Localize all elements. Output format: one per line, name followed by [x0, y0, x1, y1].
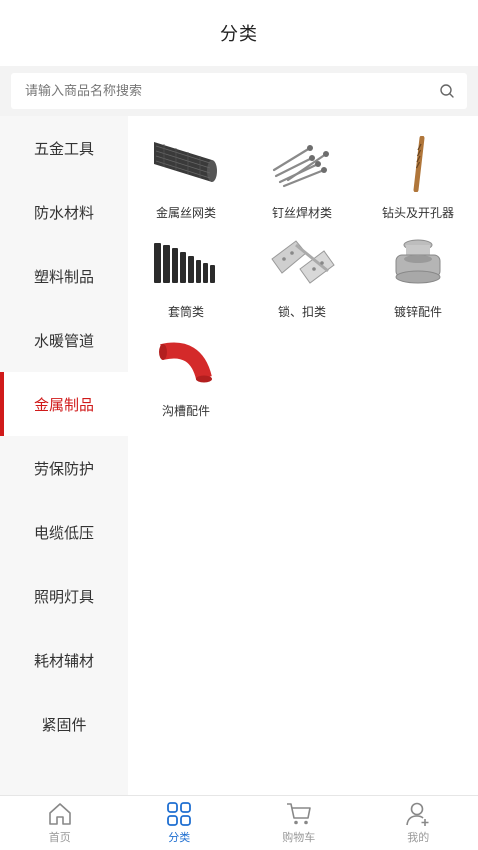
user-icon: [406, 802, 429, 826]
sidebar-item-lighting[interactable]: 照明灯具: [0, 564, 128, 628]
subcategory-label: 金属丝网类: [155, 206, 216, 220]
sidebar-item-consumables[interactable]: 耗材辅材: [0, 628, 128, 692]
subcategory-item[interactable]: 沟槽配件: [128, 332, 244, 431]
hinge-icon: [266, 233, 338, 293]
subcategory-grid: 金属丝网类 钉丝焊材类 钻头及开孔器 套筒类 锁、扣类 镀锌配件 沟槽配件: [128, 116, 478, 431]
sidebar-item-label: 照明灯具: [33, 587, 94, 606]
sidebar-item-safety[interactable]: 劳保防护: [0, 436, 128, 500]
tab-label: 购物车: [282, 831, 316, 844]
home-icon: [48, 803, 71, 825]
sidebar-item-label: 金属制品: [33, 395, 94, 414]
sidebar-item-label: 耗材辅材: [33, 651, 94, 670]
subcategory-label: 套筒类: [167, 305, 204, 319]
sidebar-item-label: 防水材料: [33, 203, 94, 222]
category-sidebar: 五金工具 防水材料 塑料制品 水暖管道 金属制品 劳保防护 电缆低压 照明灯具 …: [0, 116, 128, 795]
subcategory-label: 钉丝焊材类: [271, 206, 332, 220]
subcategory-item[interactable]: 金属丝网类: [128, 134, 244, 233]
tab-category[interactable]: 分类: [120, 796, 240, 850]
groove-elbow-icon: [150, 332, 222, 392]
top-header: 分类: [0, 0, 478, 66]
search-box[interactable]: [11, 73, 467, 109]
bottom-tab-bar: 首页 分类 购物车 我的: [0, 795, 478, 850]
cart-icon: [286, 803, 311, 825]
sidebar-item-waterproof[interactable]: 防水材料: [0, 180, 128, 244]
tab-label: 分类: [168, 831, 191, 844]
subcategory-label: 锁、扣类: [277, 305, 326, 319]
sidebar-item-label: 五金工具: [33, 139, 94, 158]
sidebar-item-plastics[interactable]: 塑料制品: [0, 244, 128, 308]
subcategory-item[interactable]: 钻头及开孔器: [360, 134, 476, 233]
search-input[interactable]: [25, 83, 439, 99]
subcategory-item[interactable]: 镀锌配件: [360, 233, 476, 332]
page-title: 分类: [220, 24, 258, 45]
sidebar-item-label: 塑料制品: [33, 267, 94, 286]
tab-home[interactable]: 首页: [0, 796, 120, 850]
sidebar-item-plumbing[interactable]: 水暖管道: [0, 308, 128, 372]
subcategory-label: 钻头及开孔器: [381, 206, 454, 220]
sidebar-item-label: 紧固件: [41, 715, 87, 734]
tab-profile[interactable]: 我的: [359, 796, 478, 850]
search-bar: [0, 66, 478, 116]
nails-icon: [266, 134, 338, 194]
sidebar-item-label: 劳保防护: [33, 459, 94, 478]
tab-cart[interactable]: 购物车: [239, 796, 359, 850]
search-icon[interactable]: [439, 83, 455, 99]
galvanized-fitting-icon: [382, 233, 454, 293]
sidebar-item-label: 电缆低压: [33, 523, 94, 542]
wire-mesh-roll-icon: [150, 134, 222, 194]
drill-bit-icon: [382, 134, 454, 194]
tab-label: 首页: [48, 831, 71, 844]
sidebar-item-label: 水暖管道: [33, 331, 94, 350]
category-content: 金属丝网类 钉丝焊材类 钻头及开孔器 套筒类 锁、扣类 镀锌配件 沟槽配件: [128, 116, 478, 795]
sidebar-item-metal-products[interactable]: 金属制品: [0, 372, 128, 436]
sidebar-item-hardware-tools[interactable]: 五金工具: [0, 116, 128, 180]
subcategory-item[interactable]: 锁、扣类: [244, 233, 360, 332]
tab-label: 我的: [407, 831, 430, 844]
subcategory-item[interactable]: 套筒类: [128, 233, 244, 332]
sidebar-item-fasteners[interactable]: 紧固件: [0, 692, 128, 756]
subcategory-item[interactable]: 钉丝焊材类: [244, 134, 360, 233]
sidebar-item-cables[interactable]: 电缆低压: [0, 500, 128, 564]
subcategory-label: 沟槽配件: [161, 404, 210, 418]
socket-set-icon: [150, 233, 222, 293]
grid-icon: [167, 802, 192, 826]
subcategory-label: 镀锌配件: [393, 305, 442, 319]
